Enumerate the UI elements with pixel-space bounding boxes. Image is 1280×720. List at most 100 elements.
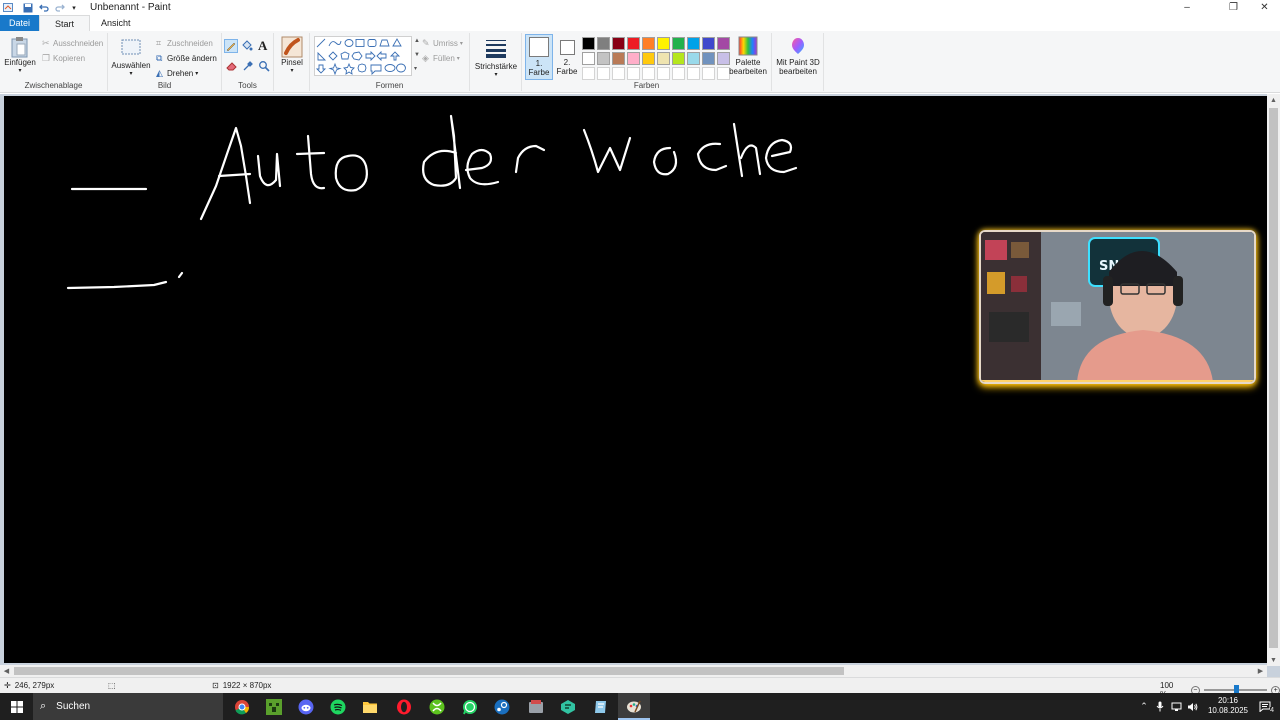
taskbar-steam[interactable] — [486, 693, 518, 720]
magnifier-tool[interactable] — [258, 60, 270, 75]
scroll-up-icon[interactable]: ▲ — [1267, 94, 1280, 106]
paste-dropdown-icon[interactable]: ▾ — [18, 67, 21, 76]
shapes-scroll-up-icon[interactable]: ▲ — [414, 38, 420, 44]
volume-icon[interactable] — [1186, 693, 1198, 720]
select-dropdown-icon[interactable]: ▾ — [129, 70, 132, 79]
vertical-scrollbar[interactable]: ▲ ▼ — [1267, 94, 1280, 666]
tab-start[interactable]: Start — [39, 15, 91, 31]
horizontal-scroll-thumb[interactable] — [14, 667, 844, 675]
custom-color-slot[interactable] — [657, 67, 670, 80]
paint3d-button[interactable]: Mit Paint 3D bearbeiten — [773, 36, 823, 76]
save-icon[interactable] — [22, 2, 34, 14]
taskbar-minecraft[interactable] — [258, 693, 290, 720]
redo-icon[interactable] — [54, 2, 66, 14]
custom-color-slot[interactable] — [597, 67, 610, 80]
taskbar-chrome[interactable] — [226, 693, 258, 720]
outline-button[interactable]: ✎ Umriss ▾ — [422, 38, 463, 49]
zoom-slider[interactable] — [1203, 685, 1268, 695]
shapes-scroll-down-icon[interactable]: ▼ — [414, 52, 420, 58]
color-picker-tool[interactable] — [242, 60, 254, 75]
taskbar-paint[interactable] — [618, 693, 650, 720]
palette-swatch[interactable] — [597, 52, 610, 65]
copy-button[interactable]: ❐ Kopieren — [42, 53, 85, 64]
drawing-canvas[interactable]: SNL3 — [4, 96, 1267, 663]
palette-swatch[interactable] — [672, 52, 685, 65]
crop-button[interactable]: ⌗ Zuschneiden — [156, 38, 213, 49]
custom-color-slot[interactable] — [702, 67, 715, 80]
select-button[interactable]: Auswählen ▾ — [111, 38, 151, 79]
custom-color-slot[interactable] — [627, 67, 640, 80]
quick-access-dropdown-icon[interactable]: ▾ — [68, 2, 80, 14]
size-button[interactable]: Strichstärke ▾ — [472, 38, 520, 80]
taskbar-spotify[interactable] — [322, 693, 354, 720]
palette-swatch[interactable] — [657, 37, 670, 50]
size-dropdown-icon[interactable]: ▾ — [494, 71, 497, 80]
palette-swatch[interactable] — [612, 52, 625, 65]
palette-swatch[interactable] — [657, 52, 670, 65]
taskbar-clock[interactable]: 20:16 10.08.2025 — [1206, 696, 1250, 716]
scroll-right-icon[interactable]: ▶ — [1254, 665, 1267, 677]
custom-color-slot[interactable] — [687, 67, 700, 80]
fill-tool[interactable] — [241, 40, 253, 55]
palette-swatch[interactable] — [687, 37, 700, 50]
taskbar-xbox[interactable] — [421, 693, 453, 720]
tab-view[interactable]: Ansicht — [90, 15, 142, 31]
maximize-button[interactable]: ❐ — [1218, 0, 1249, 15]
palette-swatch[interactable] — [627, 37, 640, 50]
rotate-dropdown-icon[interactable]: ▾ — [195, 70, 198, 77]
taskbar-notes[interactable] — [585, 693, 617, 720]
resize-button[interactable]: ⧉ Größe ändern — [156, 53, 217, 64]
palette-swatch[interactable] — [672, 37, 685, 50]
custom-color-slot[interactable] — [642, 67, 655, 80]
palette-swatch[interactable] — [702, 37, 715, 50]
cut-button[interactable]: ✂ Ausschneiden — [42, 38, 103, 49]
horizontal-scrollbar[interactable]: ◀ ▶ — [0, 665, 1267, 677]
rotate-button[interactable]: ◭ Drehen ▾ — [156, 68, 198, 79]
palette-swatch[interactable] — [582, 52, 595, 65]
palette-swatch[interactable] — [597, 37, 610, 50]
tab-file[interactable]: Datei — [0, 15, 40, 31]
palette-swatch[interactable] — [582, 37, 595, 50]
tray-overflow-icon[interactable]: ⌃ — [1138, 693, 1150, 720]
custom-color-slot[interactable] — [672, 67, 685, 80]
vertical-scroll-thumb[interactable] — [1269, 108, 1278, 648]
shapes-gallery[interactable] — [314, 36, 412, 76]
taskbar-discord[interactable] — [290, 693, 322, 720]
scroll-down-icon[interactable]: ▼ — [1267, 654, 1280, 666]
custom-color-slot[interactable] — [582, 67, 595, 80]
text-tool[interactable]: A — [258, 38, 267, 54]
microphone-icon[interactable] — [1154, 693, 1166, 720]
start-button[interactable] — [0, 693, 33, 720]
palette-swatch[interactable] — [612, 37, 625, 50]
eraser-tool[interactable] — [226, 60, 238, 75]
taskbar-opera[interactable] — [388, 693, 420, 720]
palette-swatch[interactable] — [687, 52, 700, 65]
brushes-button[interactable]: Pinsel ▾ — [278, 36, 306, 76]
notification-center-button[interactable]: 4 — [1256, 693, 1274, 720]
paste-button[interactable]: Einfügen ▾ — [4, 36, 36, 76]
palette-swatch[interactable] — [642, 37, 655, 50]
palette-swatch[interactable] — [627, 52, 640, 65]
brushes-dropdown-icon[interactable]: ▾ — [290, 67, 293, 76]
paint-app-icon[interactable] — [2, 2, 14, 14]
fill-button[interactable]: ◈ Füllen ▾ — [422, 53, 460, 64]
taskbar-app[interactable] — [520, 693, 552, 720]
shapes-expand-icon[interactable]: ▾ — [414, 65, 417, 72]
color1-button[interactable]: 1. Farbe — [525, 34, 553, 80]
size-label: Strichstärke — [474, 62, 518, 71]
close-button[interactable]: ✕ — [1249, 0, 1280, 15]
edit-palette-button[interactable]: Palette bearbeiten — [726, 36, 770, 76]
custom-color-slot[interactable] — [612, 67, 625, 80]
scroll-left-icon[interactable]: ◀ — [0, 665, 13, 677]
taskbar-whatsapp[interactable] — [454, 693, 486, 720]
network-icon[interactable] — [1170, 693, 1182, 720]
palette-swatch[interactable] — [642, 52, 655, 65]
color2-button[interactable]: 2. Farbe — [555, 36, 579, 76]
palette-swatch[interactable] — [702, 52, 715, 65]
taskbar-streamlabs[interactable] — [552, 693, 584, 720]
minimize-button[interactable]: – — [1156, 0, 1218, 15]
taskbar-search[interactable]: ⌕ Suchen — [33, 693, 223, 720]
undo-icon[interactable] — [38, 2, 50, 14]
taskbar-explorer[interactable] — [354, 693, 386, 720]
pencil-tool[interactable] — [224, 39, 238, 53]
